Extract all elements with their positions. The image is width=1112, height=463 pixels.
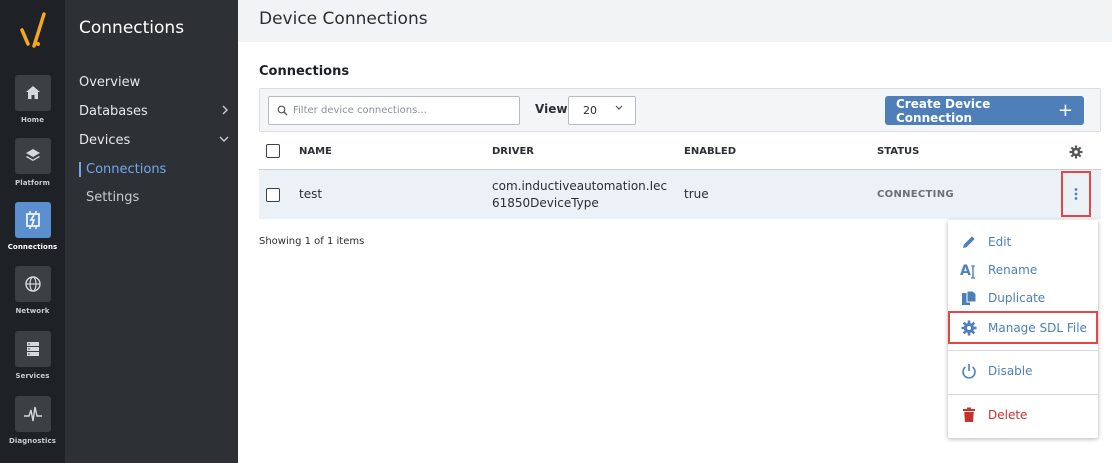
rail-item-home[interactable]: Home — [0, 75, 65, 124]
menu-item-label: Manage SDL File — [988, 320, 1087, 335]
globe-icon — [14, 266, 51, 302]
trash-icon — [960, 406, 978, 424]
menu-item-label: Disable — [988, 364, 1033, 378]
rail-label-home: Home — [20, 116, 45, 124]
cell-status: CONNECTING — [877, 189, 954, 200]
search-icon — [277, 101, 288, 120]
table-header: NAME DRIVER ENABLED STATUS — [259, 136, 1101, 170]
nav-item-devices[interactable]: Devices — [79, 133, 229, 148]
rail-label-connections: Connections — [7, 243, 58, 251]
chevron-down-icon — [219, 135, 229, 146]
rename-icon: A — [960, 261, 978, 279]
rail-label-network: Network — [15, 307, 50, 315]
create-device-connection-button[interactable]: Create Device Connection + — [885, 96, 1084, 125]
cell-driver: com.inductiveautomation.Iec 61850DeviceT… — [492, 178, 667, 212]
nav-item-databases[interactable]: Databases — [79, 104, 229, 119]
layers-icon — [14, 138, 51, 174]
nav-item-label: Devices — [79, 133, 131, 148]
menu-divider — [948, 394, 1098, 395]
nav-sub-settings[interactable]: Settings — [79, 190, 229, 205]
server-icon — [14, 331, 51, 367]
menu-item-delete[interactable]: Delete — [948, 401, 1098, 429]
subnav-title: Connections — [79, 18, 185, 38]
svg-text:A: A — [960, 263, 971, 279]
rail-item-services[interactable]: Services — [0, 331, 65, 380]
pencil-icon — [960, 233, 978, 251]
rail-item-diagnostics[interactable]: Diagnostics — [0, 396, 65, 445]
duplicate-icon — [960, 289, 978, 307]
connections-icon — [14, 202, 51, 238]
view-select-value: 20 — [583, 104, 597, 117]
nav-sub-connections[interactable]: Connections — [79, 162, 229, 177]
row-actions-menu: Edit A Rename Duplicate Manage SDL File … — [948, 220, 1098, 438]
menu-item-duplicate[interactable]: Duplicate — [948, 284, 1098, 312]
rail-label-platform: Platform — [14, 179, 50, 187]
column-header-driver[interactable]: DRIVER — [492, 146, 534, 157]
select-all-checkbox[interactable] — [266, 144, 280, 158]
rail-item-network[interactable]: Network — [0, 266, 65, 315]
filter-input[interactable] — [293, 105, 513, 116]
menu-item-label: Delete — [988, 408, 1028, 422]
row-actions-button[interactable] — [1061, 171, 1091, 217]
menu-item-disable[interactable]: Disable — [948, 357, 1098, 385]
menu-item-label: Edit — [988, 235, 1012, 249]
cell-enabled: true — [684, 187, 709, 201]
menu-item-manage-sdl-file[interactable]: Manage SDL File — [948, 311, 1098, 344]
icon-rail: Home Platform Connections Network Servic… — [0, 0, 65, 463]
section-title: Connections — [259, 64, 350, 79]
filter-box[interactable] — [268, 96, 520, 125]
cell-name: test — [299, 187, 323, 201]
menu-item-label: Duplicate — [988, 291, 1046, 305]
chevron-right-icon — [221, 105, 229, 118]
pulse-icon — [14, 396, 51, 432]
page-title: Device Connections — [259, 9, 428, 29]
column-header-status[interactable]: STATUS — [877, 146, 919, 157]
home-icon — [14, 75, 51, 111]
menu-item-rename[interactable]: A Rename — [948, 256, 1098, 284]
kebab-menu-icon — [1074, 188, 1078, 200]
column-header-enabled[interactable]: ENABLED — [684, 146, 736, 157]
view-select[interactable]: 20 — [568, 96, 636, 125]
column-settings-gear-icon[interactable] — [1069, 144, 1083, 163]
rail-item-platform[interactable]: Platform — [0, 138, 65, 187]
column-header-name[interactable]: NAME — [299, 146, 332, 157]
secondary-nav: Connections Overview Databases Devices C… — [65, 0, 238, 463]
menu-item-label: Rename — [988, 263, 1038, 277]
nav-item-overview[interactable]: Overview — [79, 75, 229, 90]
rail-item-connections[interactable]: Connections — [0, 202, 65, 251]
cell-driver-line2: 61850DeviceType — [492, 196, 599, 210]
nav-item-label: Overview — [79, 75, 141, 90]
chevron-down-icon — [615, 104, 623, 113]
plus-icon: + — [1057, 100, 1073, 121]
power-icon — [960, 362, 978, 380]
logo-icon — [20, 12, 46, 48]
cell-driver-line1: com.inductiveautomation.Iec — [492, 179, 668, 193]
table-row[interactable]: test com.inductiveautomation.Iec 61850De… — [259, 170, 1101, 219]
page-header: Device Connections — [238, 0, 1112, 42]
menu-item-edit[interactable]: Edit — [948, 228, 1098, 256]
table-toolbar: View 20 Create Device Connection + — [259, 88, 1101, 132]
menu-divider — [948, 350, 1098, 351]
rail-label-services: Services — [15, 372, 50, 380]
nav-item-label: Databases — [79, 104, 148, 119]
showing-count: Showing 1 of 1 items — [259, 236, 365, 247]
create-button-label: Create Device Connection — [896, 96, 991, 125]
row-checkbox[interactable] — [266, 188, 280, 202]
gear-icon — [960, 319, 978, 337]
view-label: View — [535, 102, 568, 116]
rail-label-diagnostics: Diagnostics — [8, 437, 57, 445]
